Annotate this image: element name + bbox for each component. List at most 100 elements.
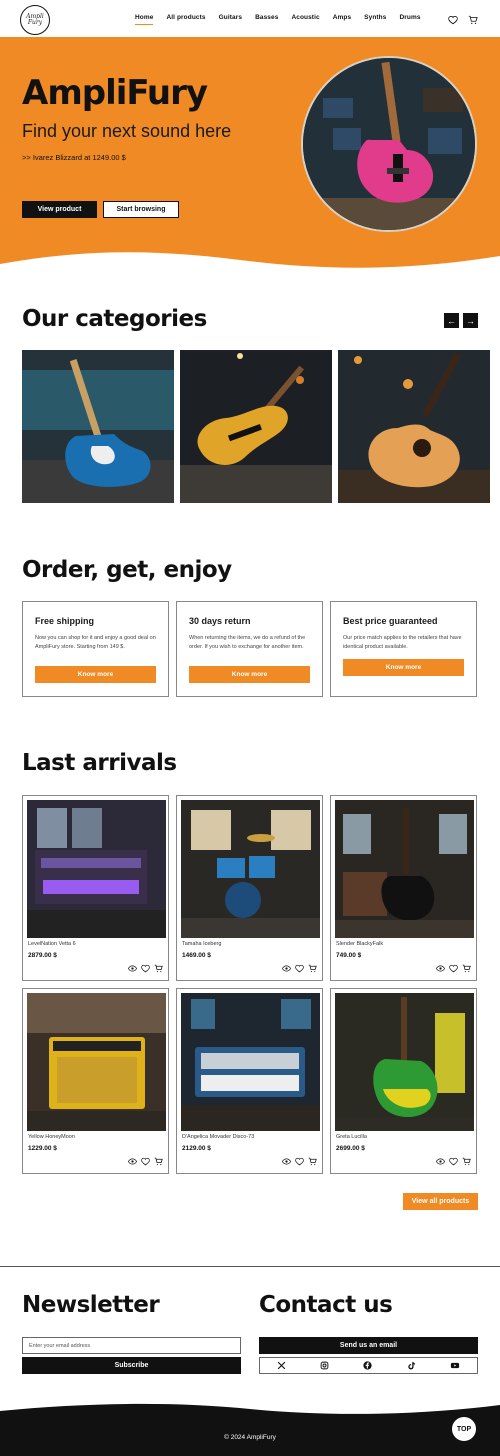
social-links (259, 1357, 478, 1374)
top-navbar: Ampli Fury Home All products Guitars Bass… (0, 0, 500, 37)
product-price: 1469.00 $ (182, 952, 211, 959)
feature-text: Our price match applies to the retailers… (343, 635, 462, 650)
footer: © 2024 AmpliFury (0, 1399, 500, 1456)
product-name: D'Angelica Movader Disco-73 (182, 1134, 255, 1140)
feature-card-shipping: Free shipping Now you can shop for it an… (22, 601, 169, 697)
cart-icon[interactable] (308, 964, 317, 973)
product-price: 2129.00 $ (182, 1145, 211, 1152)
heart-icon[interactable] (448, 12, 458, 25)
product-image (335, 993, 474, 1131)
product-card[interactable]: Slender BlackyFalk 749.00 $ (330, 795, 477, 981)
newsletter-title: Newsletter (22, 1292, 160, 1318)
product-price: 1229.00 $ (28, 1145, 57, 1152)
categories-next-button[interactable]: → (463, 313, 478, 328)
eye-icon[interactable] (282, 964, 291, 973)
view-all-products-button[interactable]: View all products (403, 1193, 478, 1210)
know-more-button[interactable]: Know more (35, 666, 156, 683)
arrivals-title: Last arrivals (22, 750, 177, 776)
category-card-guitars[interactable] (22, 350, 174, 503)
cart-icon[interactable] (308, 1157, 317, 1166)
heart-icon[interactable] (141, 1157, 150, 1166)
category-card-basses[interactable] (180, 350, 332, 503)
footer-wave (0, 1399, 500, 1414)
nav-link-amps[interactable]: Amps (333, 14, 351, 21)
feature-title: Free shipping (35, 616, 95, 626)
feature-text: Now you can shop for it and enjoy a good… (35, 635, 156, 650)
hero-subtitle: Find your next sound here (22, 121, 232, 141)
feature-card-price: Best price guaranteed Our price match ap… (330, 601, 477, 697)
heart-icon[interactable] (295, 1157, 304, 1166)
nav-links: Home All products Guitars Basses Acousti… (135, 14, 434, 25)
product-price: 2699.00 $ (336, 1145, 365, 1152)
product-name: Yellow HoneyMoon (28, 1134, 75, 1140)
feature-title: Best price guaranteed (343, 616, 438, 626)
nav-link-acoustic[interactable]: Acoustic (291, 14, 319, 21)
product-name: Greta Lucilla (336, 1134, 367, 1140)
product-card[interactable]: Yellow HoneyMoon 1229.00 $ (22, 988, 169, 1174)
product-price: 749.00 $ (336, 952, 362, 959)
eye-icon[interactable] (282, 1157, 291, 1166)
hero-banner: AmpliFury Find your next sound here >> I… (0, 37, 500, 277)
cart-icon[interactable] (154, 1157, 163, 1166)
heart-icon[interactable] (449, 964, 458, 973)
eye-icon[interactable] (436, 1157, 445, 1166)
scroll-to-top-button[interactable]: TOP (451, 1416, 477, 1442)
product-name: LevelNation Vetta 6 (28, 941, 76, 947)
contact-title: Contact us (259, 1292, 393, 1318)
know-more-button[interactable]: Know more (343, 659, 464, 676)
hero-wave-divider (0, 252, 500, 277)
feature-card-returns: 30 days return When returning the items,… (176, 601, 323, 697)
eye-icon[interactable] (128, 1157, 137, 1166)
product-card[interactable]: D'Angelica Movader Disco-73 2129.00 $ (176, 988, 323, 1174)
cart-icon[interactable] (154, 964, 163, 973)
x-icon[interactable] (277, 1361, 286, 1370)
cart-icon[interactable] (462, 964, 471, 973)
hero-title: AmpliFury (22, 73, 208, 113)
hero-bass-image (301, 56, 477, 232)
category-card-acoustic[interactable] (338, 350, 490, 503)
tiktok-icon[interactable] (407, 1361, 416, 1370)
send-email-button[interactable]: Send us an email (259, 1337, 478, 1354)
heart-icon[interactable] (449, 1157, 458, 1166)
know-more-button[interactable]: Know more (189, 666, 310, 683)
cart-icon[interactable] (462, 1157, 471, 1166)
product-image (27, 800, 166, 938)
subscribe-button[interactable]: Subscribe (22, 1357, 241, 1374)
nav-link-all-products[interactable]: All products (166, 14, 205, 21)
view-product-button[interactable]: View product (22, 201, 97, 218)
email-input[interactable]: Enter your email address (22, 1337, 241, 1354)
eye-icon[interactable] (436, 964, 445, 973)
product-name: Tamaha Iceberg (182, 941, 222, 947)
categories-prev-button[interactable]: ← (444, 313, 459, 328)
youtube-icon[interactable] (450, 1361, 460, 1370)
heart-icon[interactable] (141, 964, 150, 973)
product-card[interactable]: Tamaha Iceberg 1469.00 $ (176, 795, 323, 981)
hero-promo-link[interactable]: >> Ivarez Blizzard at 1249.00 $ (22, 153, 126, 162)
nav-link-guitars[interactable]: Guitars (219, 14, 242, 21)
nav-link-drums[interactable]: Drums (399, 14, 420, 21)
product-price: 2879.00 $ (28, 952, 57, 959)
brand-logo[interactable]: Ampli Fury (20, 5, 50, 35)
categories-title: Our categories (22, 306, 207, 332)
product-image (181, 993, 320, 1131)
feature-text: When returning the items, we do a refund… (189, 635, 306, 650)
facebook-icon[interactable] (363, 1361, 373, 1370)
eye-icon[interactable] (128, 964, 137, 973)
product-card[interactable]: Greta Lucilla 2699.00 $ (330, 988, 477, 1174)
start-browsing-button[interactable]: Start browsing (103, 201, 179, 218)
section-divider (0, 1266, 500, 1267)
nav-link-synths[interactable]: Synths (364, 14, 386, 21)
nav-icons (448, 12, 478, 25)
instagram-icon[interactable] (320, 1361, 329, 1370)
feature-title: 30 days return (189, 616, 251, 626)
product-name: Slender BlackyFalk (336, 941, 384, 947)
cart-icon[interactable] (468, 12, 478, 24)
nav-link-home[interactable]: Home (135, 14, 154, 25)
nav-link-basses[interactable]: Basses (255, 14, 278, 21)
product-image (335, 800, 474, 938)
features-title: Order, get, enjoy (22, 557, 232, 583)
product-image (181, 800, 320, 938)
copyright-text: © 2024 AmpliFury (224, 1434, 276, 1441)
product-card[interactable]: LevelNation Vetta 6 2879.00 $ (22, 795, 169, 981)
heart-icon[interactable] (295, 964, 304, 973)
